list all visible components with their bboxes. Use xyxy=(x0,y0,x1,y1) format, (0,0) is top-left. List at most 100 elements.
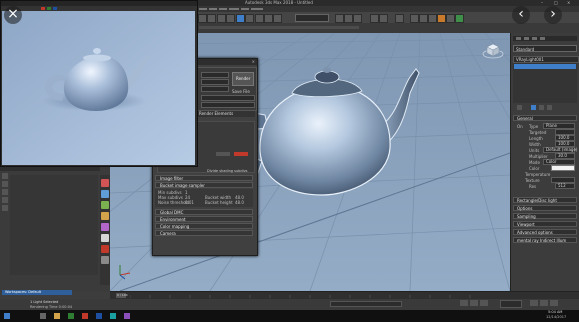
filter-icon[interactable] xyxy=(2,173,8,179)
maximize-icon[interactable]: □ xyxy=(554,1,558,5)
show-end-result-icon[interactable] xyxy=(531,105,536,110)
ribbon-tabs[interactable] xyxy=(199,26,359,29)
rollout-rect-disc[interactable]: Rectangle/Disc light xyxy=(513,197,577,203)
make-unique-icon[interactable] xyxy=(539,105,544,110)
res-field[interactable]: 512 xyxy=(555,183,575,189)
hierarchy-tool-icon[interactable] xyxy=(101,201,109,209)
taskbar-3dsmax-icon[interactable] xyxy=(110,313,116,319)
rollout-advanced[interactable]: Advanced options xyxy=(513,229,577,235)
percent-snap-icon[interactable] xyxy=(353,14,362,23)
utilities-tool-icon[interactable] xyxy=(101,234,109,242)
mirror-icon[interactable] xyxy=(370,14,379,23)
noise-threshold-value[interactable]: 0.01 xyxy=(185,200,194,205)
time-slider-thumb[interactable]: 0 / 100 xyxy=(116,293,128,298)
undo-icon[interactable] xyxy=(198,14,207,23)
filter-lights-icon[interactable] xyxy=(2,189,8,195)
view-to-render-dropdown[interactable] xyxy=(201,102,255,108)
selection-set-dropdown[interactable] xyxy=(295,14,329,22)
taskbar-app-icon[interactable] xyxy=(40,313,46,319)
rollout-sampling[interactable]: Sampling xyxy=(513,213,577,219)
category-dropdown[interactable]: Standard xyxy=(513,45,577,52)
render-setup-icon[interactable] xyxy=(437,14,446,23)
render-dialog-close-icon[interactable]: × xyxy=(252,60,255,64)
blue-channel-icon[interactable] xyxy=(53,7,57,10)
filter-geometry-icon[interactable] xyxy=(2,181,8,187)
unlink-icon[interactable] xyxy=(226,14,235,23)
preset-dropdown[interactable] xyxy=(201,79,229,85)
green-channel-icon[interactable] xyxy=(47,7,51,10)
close-icon[interactable]: × xyxy=(4,6,22,24)
taskbar-folder-icon[interactable] xyxy=(54,313,60,319)
workspace-bar[interactable]: Workspaces: Default xyxy=(2,290,72,295)
chevron-left-icon[interactable]: ‹ xyxy=(512,6,530,24)
filter-cameras-icon[interactable] xyxy=(2,197,8,203)
paint-tool-icon[interactable] xyxy=(101,245,109,253)
create-tool-icon[interactable] xyxy=(101,179,109,187)
material-editor-icon[interactable] xyxy=(428,14,437,23)
viewcube-icon[interactable] xyxy=(482,39,504,61)
target-dropdown[interactable] xyxy=(201,72,229,78)
move-icon[interactable] xyxy=(255,14,264,23)
select-icon[interactable] xyxy=(236,14,245,23)
panel-tabs[interactable] xyxy=(513,36,577,41)
pin-stack-icon[interactable] xyxy=(517,105,522,110)
scale-icon[interactable] xyxy=(273,14,282,23)
angle-snap-icon[interactable] xyxy=(344,14,353,23)
section-camera[interactable]: Camera xyxy=(155,230,253,236)
layer-icon[interactable] xyxy=(395,14,404,23)
renderer-dropdown[interactable] xyxy=(201,86,229,92)
rollout-options[interactable]: Options xyxy=(513,205,577,211)
section-image-filter[interactable]: Image filter xyxy=(155,175,253,181)
display-tool-icon[interactable] xyxy=(101,223,109,231)
play-back-icon[interactable] xyxy=(460,300,468,306)
rollout-general[interactable]: General xyxy=(513,115,577,121)
explorer-list[interactable] xyxy=(10,175,98,275)
play-forward-icon[interactable] xyxy=(480,300,488,306)
section-color-mapping[interactable]: Color mapping xyxy=(155,223,253,229)
taskbar-app4-icon[interactable] xyxy=(96,313,102,319)
select-by-name-icon[interactable] xyxy=(245,14,254,23)
motion-tool-icon[interactable] xyxy=(101,212,109,220)
render-production-icon[interactable] xyxy=(455,14,464,23)
save-path-field[interactable] xyxy=(201,95,255,101)
play-icon[interactable] xyxy=(470,300,478,306)
align-icon[interactable] xyxy=(379,14,388,23)
sampler-type-red[interactable] xyxy=(234,152,248,156)
window-close-icon[interactable]: × xyxy=(567,1,570,5)
snap-icon[interactable] xyxy=(335,14,344,23)
frame-number-field[interactable] xyxy=(500,300,522,308)
start-icon[interactable] xyxy=(4,313,10,319)
rollout-mental-ray[interactable]: mental ray Indirect Illum xyxy=(513,237,577,243)
red-channel-icon[interactable] xyxy=(41,7,45,10)
bucket-height-value[interactable]: 48.0 xyxy=(235,200,244,205)
modify-tool-icon[interactable] xyxy=(101,190,109,198)
sampler-type-dropdown[interactable] xyxy=(216,152,230,156)
render-dialog-tabs[interactable]: Render Elements xyxy=(197,111,255,117)
remove-modifier-icon[interactable] xyxy=(547,105,552,110)
rollout-viewport[interactable]: Viewport xyxy=(513,221,577,227)
section-bucket-sampler[interactable]: Bucket image sampler xyxy=(155,182,253,188)
taskbar-app3-icon[interactable] xyxy=(82,313,88,319)
modifier-stack-selected[interactable] xyxy=(514,64,576,69)
schematic-icon[interactable] xyxy=(419,14,428,23)
redo-icon[interactable] xyxy=(207,14,216,23)
pan-icon[interactable] xyxy=(540,300,548,306)
chevron-right-icon[interactable]: › xyxy=(544,6,562,24)
curve-editor-icon[interactable] xyxy=(410,14,419,23)
minimize-icon[interactable]: – xyxy=(541,1,543,5)
tab-render-elements[interactable]: Render Elements xyxy=(199,112,233,116)
zoom-icon[interactable] xyxy=(530,300,538,306)
layout-tool-icon[interactable] xyxy=(101,256,109,264)
filter-helpers-icon[interactable] xyxy=(2,205,8,211)
taskbar-app5-icon[interactable] xyxy=(124,313,130,319)
object-name-field[interactable]: VRayLight001 xyxy=(513,56,579,63)
section-global-dmc[interactable]: Global DMC xyxy=(155,209,253,215)
modifier-stack[interactable] xyxy=(513,63,577,103)
orbit-icon[interactable] xyxy=(550,300,558,306)
taskbar-app2-icon[interactable] xyxy=(68,313,74,319)
rotate-icon[interactable] xyxy=(264,14,273,23)
link-icon[interactable] xyxy=(217,14,226,23)
render-button[interactable]: Render xyxy=(232,72,254,86)
coordinate-fields[interactable] xyxy=(330,301,402,307)
render-frame-icon[interactable] xyxy=(446,14,455,23)
